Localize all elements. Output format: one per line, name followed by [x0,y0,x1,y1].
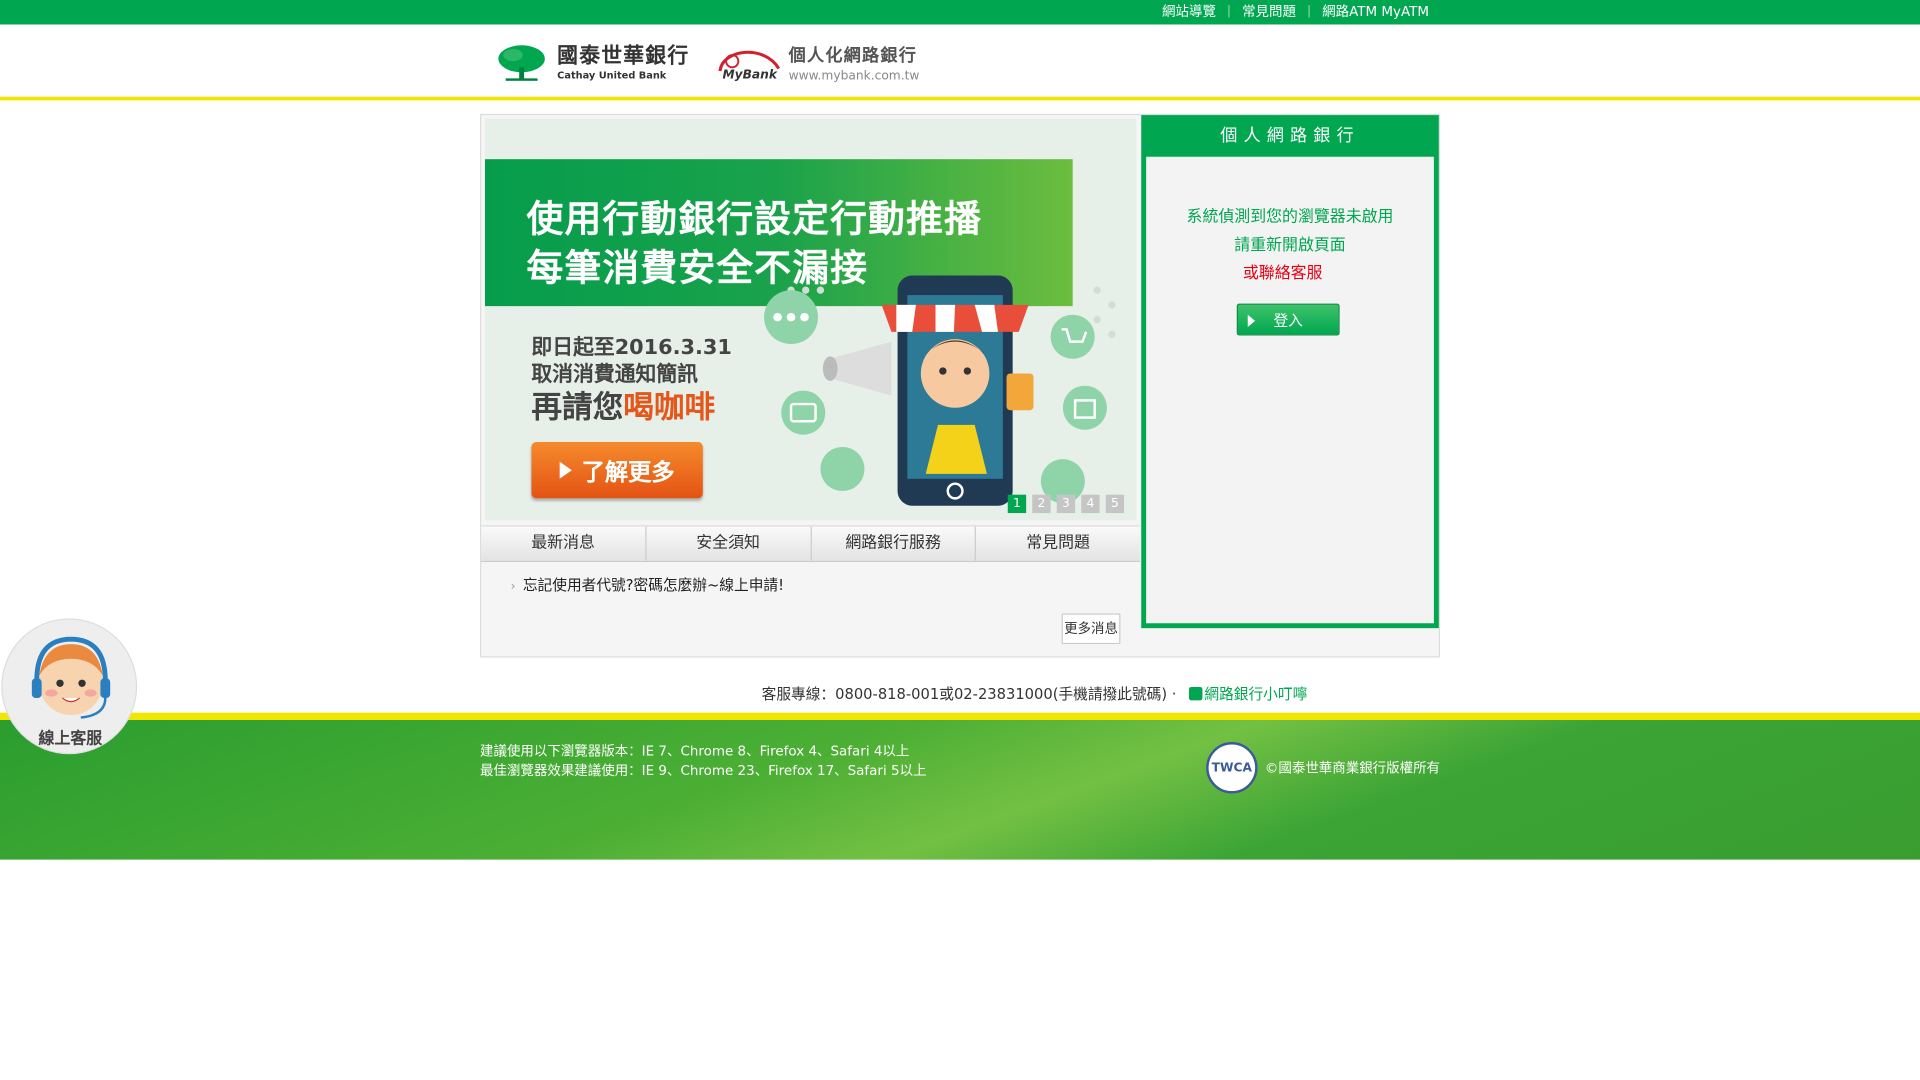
login-message-2: 請重新開啟頁面 [1234,236,1346,255]
promo-banner[interactable]: 使用行動銀行設定行動推播 每筆消費安全不漏接 即日起至2016.3.31 取消消… [484,118,1137,521]
slide-dot-4[interactable]: 4 [1081,494,1100,514]
info-tabs: 最新消息 安全須知 網路銀行服務 常見問題 [481,525,1141,563]
learn-more-label: 了解更多 [581,458,675,486]
learn-more-button[interactable]: 了解更多 [531,442,703,499]
tab-faq[interactable]: 常見問題 [976,527,1140,561]
bank-name-en: Cathay United Bank [557,69,667,81]
login-warning: 或聯絡客服 [1242,264,1323,283]
promo-offer: 再請您喝咖啡 [531,383,715,427]
login-content: 系統偵測到您的瀏覽器未啟用 請重新開啟頁面 或聯絡客服 登入 [1146,156,1434,624]
slide-dot-3[interactable]: 3 [1056,494,1076,514]
mybank-emblem-icon: MyBank [718,50,781,81]
slide-indicators: 1 2 3 4 5 [1007,494,1125,514]
slide-dot-1[interactable]: 1 [1007,494,1027,514]
footer: 建議使用以下瀏覽器版本：IE 7、Chrome 8、Firefox 4、Safa… [0,712,1920,860]
faq-link[interactable]: 常見問題 [1231,4,1307,21]
news-item[interactable]: › 忘記使用者代號?密碼怎麼辦~線上申請! [511,574,784,595]
browser-notice: 建議使用以下瀏覽器版本：IE 7、Chrome 8、Firefox 4、Safa… [480,742,927,781]
twca-seal-icon[interactable]: TWCA [1206,742,1258,794]
tab-latest-news[interactable]: 最新消息 [481,526,647,561]
banner-headline-1: 使用行動銀行設定行動推播 [526,198,983,242]
contact-dot: ‧ [1171,685,1177,703]
login-message-1: 系統偵測到您的瀏覽器未啟用 [1186,208,1394,227]
support-agent-icon [31,636,111,719]
more-news-button[interactable]: 更多消息 [1061,613,1121,645]
security-tip-link[interactable]: 網路銀行小叮嚀 [1204,686,1307,703]
footer-right: TWCA ©國泰世華商業銀行版權所有 [1206,742,1441,794]
header: 國泰世華銀行 Cathay United Bank MyBank 個人化網路銀行… [0,24,1920,101]
customer-service-label: 線上客服 [38,729,103,749]
contact-separator: 或 [939,685,954,703]
bank-name-cn: 國泰世華銀行 [557,43,690,68]
tree-logo-icon [498,45,545,81]
myatm-link[interactable]: 網路ATM MyATM [1311,4,1440,21]
product-url: www.mybank.com.tw [788,69,920,83]
copyright: ©國泰世華商業銀行版權所有 [1264,760,1441,777]
tip-icon [1188,686,1202,701]
login-message: 系統偵測到您的瀏覽器未啟用 請重新開啟頁面 [1146,203,1434,259]
mybank-brand: MyBank [722,67,777,81]
site-map-link[interactable]: 網站導覽 [1151,4,1227,21]
slide-dot-5[interactable]: 5 [1105,494,1125,514]
top-links: 網站導覽 | 常見問題 | 網路ATM MyATM [1151,4,1440,21]
login-button-label: 登入 [1273,311,1303,329]
bank-logo[interactable]: 國泰世華銀行 Cathay United Bank [496,43,689,82]
top-bar: 網站導覽 | 常見問題 | 網路ATM MyATM [0,0,1920,25]
contact-prefix: 客服專線： [761,685,836,703]
slide-dot-2[interactable]: 2 [1032,494,1051,514]
phone-number-1: 0800-818-001 [835,685,940,703]
browser-notice-1: 建議使用以下瀏覽器版本：IE 7、Chrome 8、Firefox 4、Safa… [480,743,910,760]
phone-number-2: 02-23831000 [953,685,1053,703]
promo-offer-text: 再請您 [531,389,624,425]
tab-security[interactable]: 安全須知 [646,526,812,561]
login-button[interactable]: 登入 [1236,303,1340,336]
customer-service-button[interactable]: 線上客服 [1,618,138,755]
contact-line: 客服專線：0800-818-001或02-23831000(手機請撥此號碼) ‧… [762,683,1308,704]
phone-illustration-icon [764,275,1116,506]
contact-note: (手機請撥此號碼) [1052,685,1168,703]
main-panel: 使用行動銀行設定行動推播 每筆消費安全不漏接 即日起至2016.3.31 取消消… [480,113,1441,658]
browser-notice-2: 最佳瀏覽器效果建議使用：IE 9、Chrome 23、Firefox 17、Sa… [480,762,927,779]
play-arrow-icon [1247,314,1256,327]
chevron-right-icon: › [510,580,516,594]
news-item-text: 忘記使用者代號?密碼怎麼辦~線上申請! [522,576,784,594]
login-panel: 個人網路銀行 系統偵測到您的瀏覽器未啟用 請重新開啟頁面 或聯絡客服 登入 [1141,115,1439,629]
tab-online-services[interactable]: 網路銀行服務 [811,526,977,561]
mybank-logo: MyBank 個人化網路銀行 www.mybank.com.tw [715,42,919,84]
login-title: 個人網路銀行 [1220,126,1360,146]
play-arrow-icon [559,461,572,479]
promo-offer-highlight: 喝咖啡 [623,389,716,425]
product-name: 個人化網路銀行 [788,45,918,66]
